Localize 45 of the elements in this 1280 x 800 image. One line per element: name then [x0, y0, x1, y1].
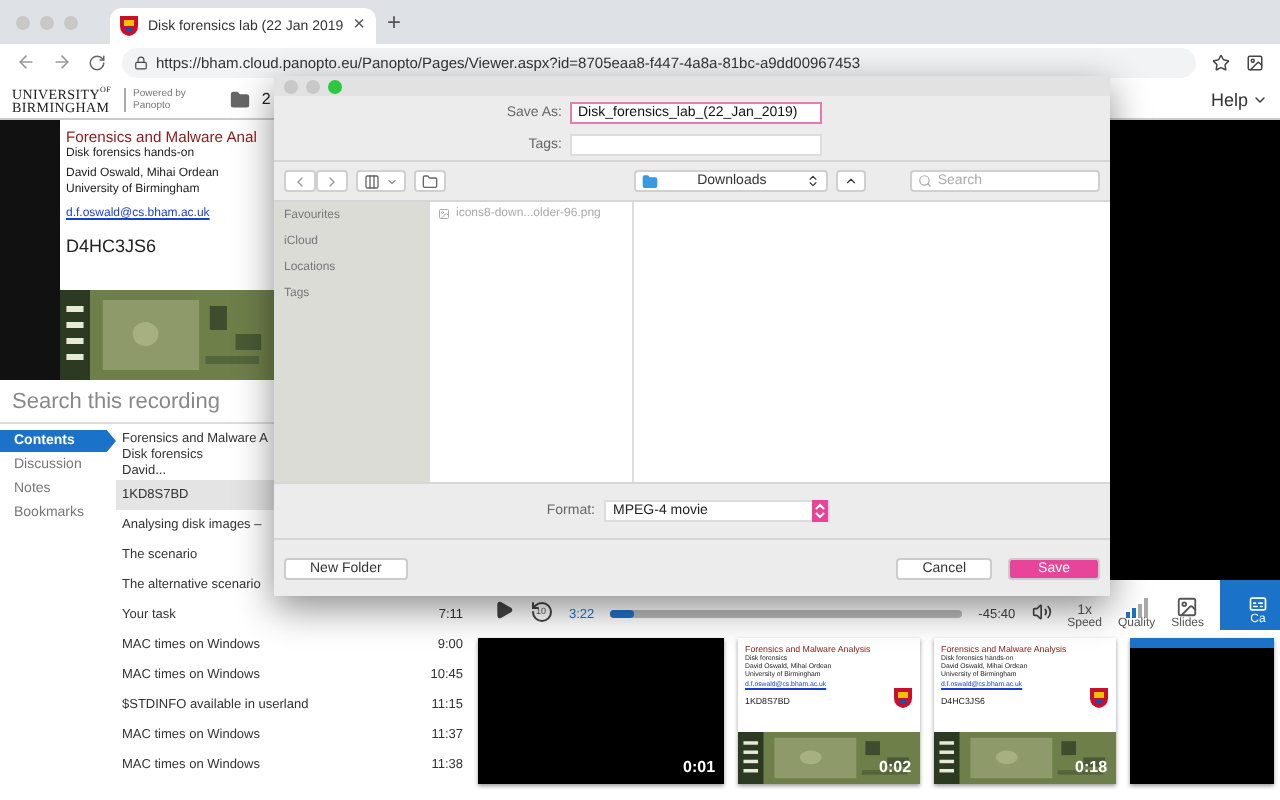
window-close-icon: [284, 79, 298, 93]
back-icon[interactable]: [16, 52, 36, 72]
tab-close-button[interactable]: ×: [353, 16, 366, 36]
crest-icon: [120, 16, 138, 36]
progress-track[interactable]: [610, 610, 963, 618]
lock-icon: [134, 55, 148, 69]
new-tab-button[interactable]: +: [387, 10, 402, 34]
captions-icon: [1248, 594, 1268, 614]
folder-name[interactable]: 2: [261, 89, 271, 109]
window-zoom-icon: [64, 15, 78, 29]
thumbnail[interactable]: [1129, 638, 1274, 784]
window-minimize-icon: [306, 79, 320, 93]
expand-button[interactable]: [835, 170, 866, 192]
tags-field[interactable]: [570, 134, 822, 156]
crest-icon: [893, 687, 912, 708]
columns-icon: [364, 173, 380, 189]
rewind-icon: [529, 600, 554, 624]
star-icon[interactable]: [1212, 53, 1230, 71]
extension-icon[interactable]: [1246, 53, 1264, 71]
image-icon: [1176, 596, 1199, 618]
window-close-icon: [16, 15, 30, 29]
forward-icon[interactable]: [52, 52, 72, 72]
new-folder-icon-button[interactable]: [414, 170, 446, 192]
play-icon[interactable]: [493, 600, 514, 620]
folder-icon: [229, 89, 250, 109]
help-menu[interactable]: Help: [1210, 89, 1268, 109]
window-minimize-icon: [40, 15, 54, 29]
folder-icon: [642, 173, 658, 189]
stepper-icon: [805, 174, 820, 188]
stepper-icon: [811, 500, 827, 522]
caret-icon: [386, 175, 398, 187]
image-file-icon: [438, 208, 450, 220]
chevron-right-icon: [324, 173, 340, 189]
chevron-left-icon: [292, 173, 308, 189]
thumbnail[interactable]: 0:01: [477, 638, 724, 784]
reload-icon[interactable]: [88, 53, 106, 71]
chevron-up-icon: [843, 174, 858, 188]
volume-icon[interactable]: [1031, 602, 1052, 622]
view-button[interactable]: [356, 170, 406, 192]
signal-bars-icon: [1125, 598, 1148, 618]
slide-code: D4HC3JS6: [66, 235, 157, 258]
window-zoom-icon: [328, 79, 342, 93]
search-icon: [917, 174, 932, 188]
folder-icon: [422, 173, 438, 189]
crest-icon: [1089, 687, 1108, 708]
